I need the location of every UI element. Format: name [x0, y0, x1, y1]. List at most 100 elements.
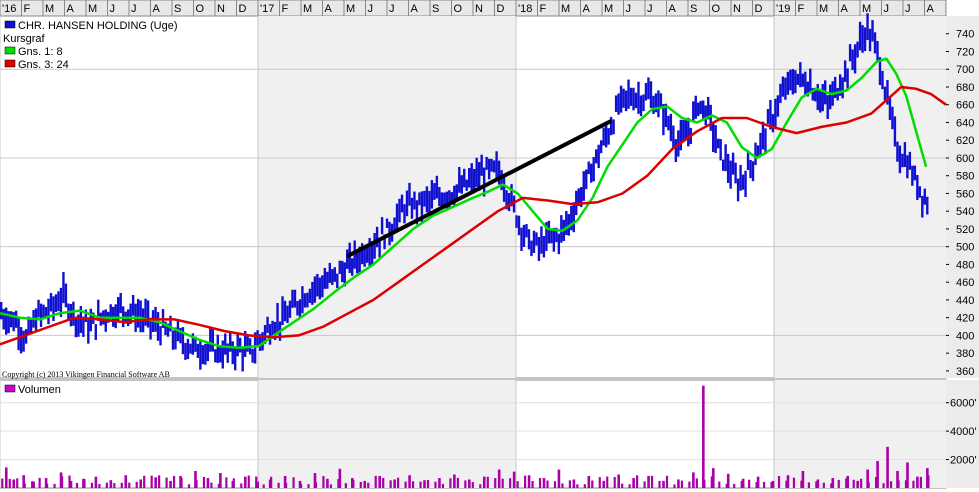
price-bar: [739, 164, 742, 191]
price-bar: [873, 32, 877, 54]
price-bar: [627, 79, 630, 109]
volume-bar: [154, 477, 157, 488]
price-bar: [851, 49, 854, 71]
volume-bar-minor: [255, 476, 258, 488]
price-bar: [316, 273, 319, 297]
volume-bar: [363, 480, 367, 488]
volume-bar: [468, 479, 471, 488]
volume-bar-minor: [673, 484, 676, 488]
month-label: A: [841, 3, 849, 15]
price-bar: [599, 140, 603, 154]
price-bar: [594, 149, 598, 164]
price-bar: [9, 311, 13, 328]
price-bar: [592, 157, 595, 182]
price-bar: [398, 198, 401, 223]
price-bar: [751, 161, 755, 182]
volume-bar-minor: [606, 476, 609, 488]
volume-bar-minor: [329, 484, 333, 488]
volume-bar-minor: [860, 478, 863, 488]
price-bar: [781, 76, 785, 97]
volume-bar-minor: [31, 481, 34, 488]
price-bar: [659, 93, 663, 109]
price-bar: [729, 160, 732, 189]
price-bar: [846, 68, 849, 90]
price-bar: [901, 153, 904, 168]
volume-bar-minor: [1, 478, 4, 488]
price-bar: [657, 90, 660, 118]
price-bar: [470, 163, 473, 192]
volume-bar-minor: [397, 477, 400, 488]
volume-bar-minor: [60, 476, 64, 488]
volume-bar-minor: [927, 475, 930, 488]
volume-bar-minor: [165, 477, 168, 488]
volume-bar-minor: [68, 475, 71, 488]
volume-bar: [243, 476, 247, 488]
month-label: '19: [776, 3, 790, 15]
price-bar: [841, 77, 844, 99]
price-bar: [438, 186, 441, 207]
price-bar: [323, 267, 327, 289]
price-bar: [667, 115, 670, 131]
price-bar: [848, 44, 852, 62]
price-bar: [400, 194, 404, 213]
volume-bar-minor: [665, 475, 669, 488]
price-bar: [199, 341, 202, 370]
month-label: D: [239, 3, 247, 15]
price-bar: [898, 145, 902, 174]
price-bar: [692, 101, 695, 121]
volume-bar: [139, 479, 143, 488]
price-bar: [214, 349, 217, 363]
price-bar: [288, 300, 292, 318]
legend-kursgraf: Kursgraf: [3, 33, 46, 45]
volume-bar-minor: [531, 480, 534, 488]
volume-bar-minor: [75, 483, 79, 488]
volume-bar-minor: [299, 483, 303, 488]
price-bar: [326, 271, 329, 289]
month-label: J: [131, 3, 137, 15]
price-bar: [572, 202, 575, 233]
volume-bar-minor: [46, 483, 49, 488]
volume-bar-minor: [16, 478, 19, 488]
price-bar: [714, 125, 717, 154]
volume-bar: [572, 479, 576, 488]
legend-swatch-ma24: [4, 59, 16, 68]
volume-bar: [12, 479, 16, 488]
price-bar: [883, 86, 887, 101]
price-bar: [169, 315, 172, 332]
volume-bar-minor: [807, 482, 810, 488]
price-tick-label: 600: [956, 153, 974, 165]
price-bar: [2, 308, 5, 330]
price-tick-label: 540: [956, 206, 974, 218]
volume-bar: [602, 480, 606, 488]
volume-bar-minor: [636, 475, 639, 488]
price-bar: [776, 95, 780, 117]
volume-bar: [886, 446, 889, 488]
volume-bar-minor: [247, 475, 250, 488]
price-bar: [687, 117, 690, 147]
volume-bar-minor: [904, 480, 908, 488]
volume-bar-minor: [120, 482, 123, 488]
volume-bar: [482, 476, 486, 488]
price-bar: [87, 317, 90, 344]
price-bar: [734, 162, 737, 184]
volume-bar-minor: [113, 483, 116, 488]
price-bar: [131, 295, 135, 316]
price-tick-label: 420: [956, 313, 974, 325]
volume-bar-minor: [382, 477, 385, 488]
price-bar: [861, 25, 864, 53]
price-bar: [57, 291, 60, 312]
price-bar: [492, 160, 496, 173]
legend-swatch-title: [4, 20, 16, 29]
price-bar: [468, 168, 471, 188]
price-bar: [256, 330, 259, 347]
price-bar: [52, 296, 55, 322]
price-bar: [602, 127, 605, 146]
price-bar: [69, 304, 73, 327]
price-tick-label: 480: [956, 259, 974, 271]
volume-bar-minor: [516, 481, 519, 488]
price-bar: [590, 163, 593, 183]
volume-bar: [702, 385, 705, 488]
price-bar: [211, 327, 215, 352]
volume-bar-minor: [882, 483, 885, 488]
volume-bar: [408, 475, 411, 488]
